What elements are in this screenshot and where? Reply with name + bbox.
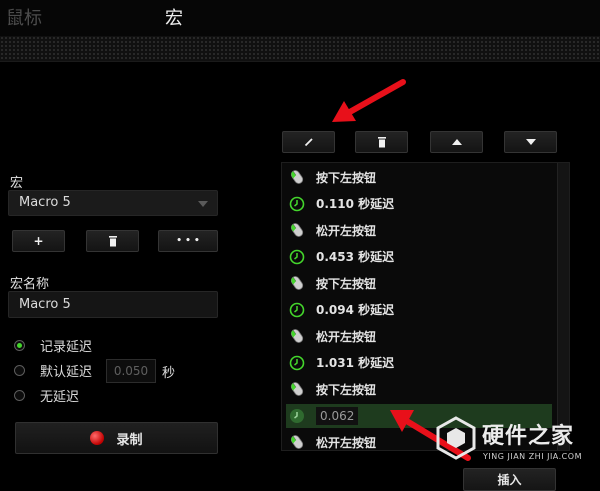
- list-item-label: 松开左按钮: [316, 329, 377, 344]
- mouse-icon: [286, 166, 308, 188]
- list-item-label: 松开左按钮: [316, 435, 377, 450]
- record-icon: [90, 431, 105, 445]
- insert-button[interactable]: 插入: [463, 468, 556, 491]
- trash-icon: [377, 136, 386, 147]
- list-item-label: 按下左按钮: [316, 170, 377, 185]
- more-options-button[interactable]: • • •: [158, 230, 218, 252]
- list-item[interactable]: 按下左按钮: [286, 271, 552, 295]
- edit-step-button[interactable]: [282, 131, 335, 153]
- list-item-label: 按下左按钮: [316, 382, 377, 397]
- record-label: 录制: [116, 432, 143, 448]
- list-item-edit-field[interactable]: 0.062: [316, 406, 359, 425]
- triangle-down-icon: [525, 139, 536, 145]
- list-item[interactable]: 1.031 秒延迟: [286, 351, 552, 375]
- tab-macro[interactable]: 宏: [165, 4, 183, 30]
- clock-icon: [286, 352, 308, 374]
- list-item-label: 按下左按钮: [316, 276, 377, 291]
- list-item-label: 0.094 秒延迟: [316, 303, 395, 317]
- list-item-label: 0.110 秒延迟: [316, 197, 395, 211]
- arrow-shaft-top: [345, 79, 406, 116]
- list-item[interactable]: 松开左按钮: [286, 218, 552, 242]
- record-button[interactable]: 录制: [15, 422, 218, 454]
- header-stripe: [0, 36, 600, 62]
- mouse-icon: [286, 272, 308, 294]
- add-label: +: [33, 234, 44, 248]
- mouse-icon: [286, 378, 308, 400]
- delay-unit: 秒: [162, 366, 176, 381]
- macro-name-label: 宏名称: [10, 277, 50, 292]
- list-item-label: 1.031 秒延迟: [316, 356, 395, 370]
- radio-default-delay[interactable]: [14, 365, 25, 376]
- radio-no-delay-label: 无延迟: [40, 390, 80, 405]
- clock-icon: [286, 299, 308, 321]
- radio-no-delay[interactable]: [14, 390, 25, 401]
- move-down-button[interactable]: [504, 131, 557, 153]
- list-item[interactable]: 按下左按钮: [286, 165, 552, 189]
- macro-select[interactable]: Macro 5: [8, 190, 218, 216]
- mouse-icon: [286, 219, 308, 241]
- macro-label: 宏: [10, 176, 24, 191]
- clock-icon: [286, 405, 308, 427]
- radio-record-delay[interactable]: [14, 340, 25, 351]
- list-scrollbar[interactable]: [557, 163, 569, 450]
- list-item-label: 0.453 秒延迟: [316, 250, 395, 264]
- list-item[interactable]: 0.094 秒延迟: [286, 298, 552, 322]
- pencil-icon: [304, 138, 313, 147]
- trash-icon: [108, 235, 117, 246]
- list-item-label: 松开左按钮: [316, 223, 377, 238]
- chevron-down-icon: [198, 201, 208, 207]
- top-bar: 鼠标 宏: [0, 0, 600, 36]
- macro-step-list[interactable]: 按下左按钮 0.110 秒延迟 松开左按钮 0.453 秒延迟 按下左按钮 0.094 秒…: [281, 162, 570, 451]
- list-item[interactable]: 0.453 秒延迟: [286, 245, 552, 269]
- triangle-up-icon: [451, 139, 462, 145]
- move-up-button[interactable]: [430, 131, 483, 153]
- mouse-icon: [286, 431, 308, 453]
- macro-name-input[interactable]: [8, 291, 218, 318]
- watermark-logo-icon: [436, 416, 476, 460]
- macro-select-value: Macro 5: [19, 195, 71, 210]
- watermark-subtitle: YING JIAN ZHI JIA.COM: [483, 452, 582, 461]
- list-item[interactable]: 0.110 秒延迟: [286, 192, 552, 216]
- list-item[interactable]: 松开左按钮: [286, 324, 552, 348]
- clock-icon: [286, 246, 308, 268]
- add-macro-button[interactable]: +: [12, 230, 65, 252]
- watermark-title: 硬件之家: [482, 424, 575, 449]
- watermark: 硬件之家 YING JIAN ZHI JIA.COM: [432, 412, 600, 470]
- radio-default-delay-label: 默认延迟: [40, 365, 93, 380]
- mouse-icon: [286, 325, 308, 347]
- list-item[interactable]: 按下左按钮: [286, 377, 552, 401]
- tab-mouse[interactable]: 鼠标: [6, 4, 42, 30]
- delete-step-button[interactable]: [355, 131, 408, 153]
- default-delay-input[interactable]: [106, 359, 156, 383]
- delete-macro-button[interactable]: [86, 230, 139, 252]
- more-label: • • •: [176, 236, 200, 246]
- arrow-head-top: [332, 101, 356, 122]
- clock-icon: [286, 193, 308, 215]
- radio-record-delay-label: 记录延迟: [40, 340, 93, 355]
